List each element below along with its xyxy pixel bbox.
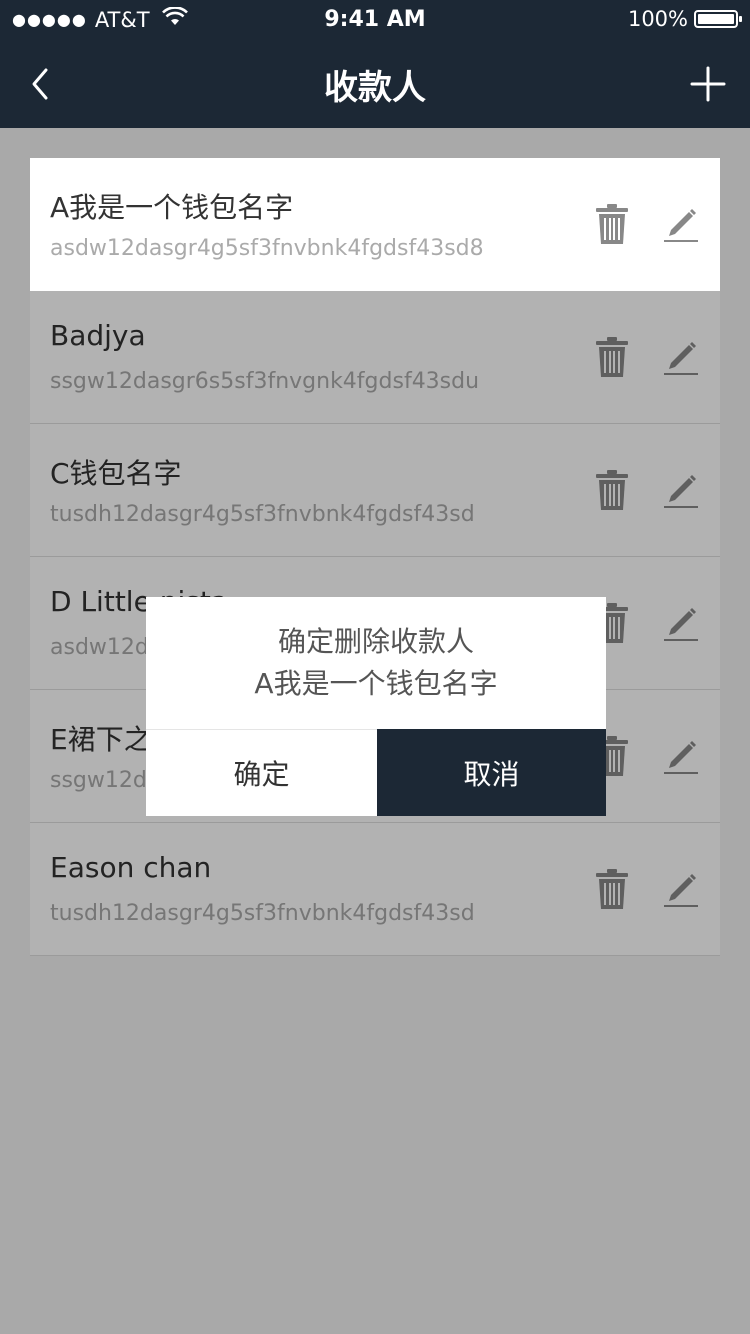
dialog-message-line2: A我是一个钱包名字 [254,667,498,700]
page-title: 收款人 [324,68,426,108]
battery-icon [694,10,742,28]
confirm-button[interactable]: 确定 [146,729,377,816]
add-payee-button[interactable] [688,62,728,106]
selected-list-item: A我是一个钱包名字 asdw12dasgr4g5sf3fnvbnk4fgdsf4… [30,158,720,291]
trash-icon [594,204,630,244]
nav-bar: 收款人 [0,40,750,128]
status-right: 100% [627,7,742,31]
delete-confirm-dialog: 确定删除收款人 A我是一个钱包名字 确定 取消 [146,597,606,816]
pencil-icon [662,204,700,242]
status-bar: ●●●●● AT&T 9:41 AM 100% [0,0,750,40]
plus-icon [690,66,726,102]
cancel-button[interactable]: 取消 [377,729,606,816]
dialog-message-line1: 确定删除收款人 [277,625,474,658]
payee-address: asdw12dasgr4g5sf3fnvbnk4fgdsf43sd8 [50,236,484,261]
payee-name: A我是一个钱包名字 [50,191,294,224]
battery-percent: 100% [627,7,688,31]
dialog-message: 确定删除收款人 A我是一个钱包名字 [146,621,606,705]
